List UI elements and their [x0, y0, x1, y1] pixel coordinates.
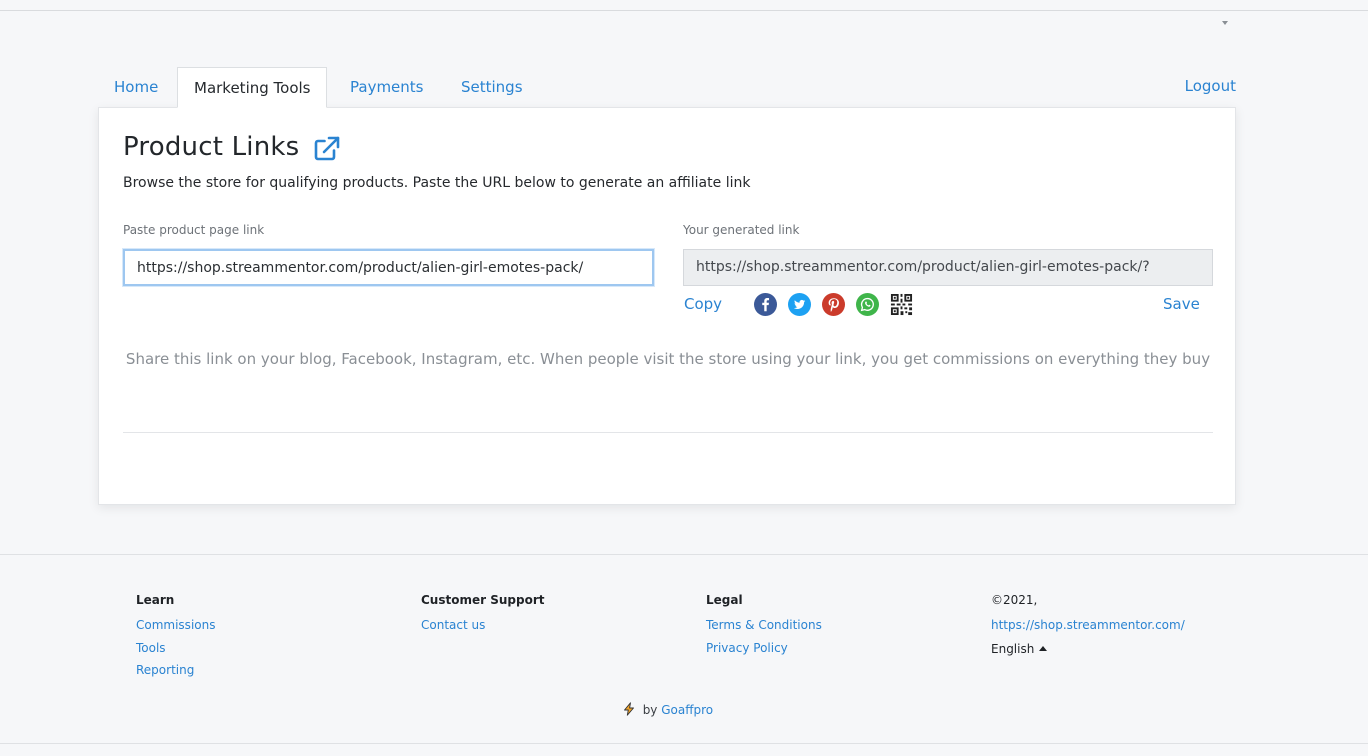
paste-link-label: Paste product page link	[123, 223, 265, 237]
tab-settings[interactable]: Settings	[461, 67, 523, 108]
footer-support: Customer Support Contact us	[421, 592, 544, 637]
footer-link-contact[interactable]: Contact us	[421, 614, 544, 637]
external-link-icon[interactable]	[313, 135, 341, 163]
save-button[interactable]: Save	[1163, 295, 1200, 313]
goaffpro-link[interactable]: Goaffpro	[661, 703, 713, 717]
twitter-icon[interactable]	[788, 293, 811, 316]
qr-code-icon[interactable]	[890, 293, 914, 317]
product-links-card: Product Links Browse the store for quali…	[98, 107, 1236, 505]
bolt-icon	[623, 702, 634, 716]
footer-heading-support: Customer Support	[421, 593, 545, 607]
whatsapp-icon[interactable]	[856, 293, 879, 316]
footer-learn: Learn Commissions Tools Reporting	[136, 592, 215, 682]
logout-link[interactable]: Logout	[1185, 66, 1236, 107]
tab-marketing-tools[interactable]: Marketing Tools	[177, 67, 328, 108]
footer-heading-legal: Legal	[706, 593, 743, 607]
caret-down-icon[interactable]	[1222, 21, 1228, 25]
footer-copyright: ©2021, https://shop.streammentor.com/ En…	[991, 592, 1185, 659]
language-label: English	[991, 641, 1035, 656]
share-description: Share this link on your blog, Facebook, …	[125, 350, 1211, 368]
footer-link-terms[interactable]: Terms & Conditions	[706, 614, 822, 637]
copy-button[interactable]: Copy	[684, 295, 722, 313]
card-divider	[123, 432, 1213, 433]
bottom-divider	[0, 743, 1368, 744]
facebook-icon[interactable]	[754, 293, 777, 316]
generated-link-label: Your generated link	[683, 223, 800, 237]
store-url-link[interactable]: https://shop.streammentor.com/	[991, 614, 1185, 637]
generated-link-field[interactable]: https://shop.streammentor.com/product/al…	[683, 249, 1213, 286]
tab-payments[interactable]: Payments	[350, 67, 423, 108]
footer-link-privacy[interactable]: Privacy Policy	[706, 637, 822, 660]
footer-heading-learn: Learn	[136, 593, 175, 607]
footer-link-reporting[interactable]: Reporting	[136, 659, 215, 682]
product-link-input[interactable]: https://shop.streammentor.com/product/al…	[123, 249, 654, 286]
footer-legal: Legal Terms & Conditions Privacy Policy	[706, 592, 822, 659]
footer-link-tools[interactable]: Tools	[136, 637, 215, 660]
page-subtitle: Browse the store for qualifying products…	[123, 175, 751, 191]
tab-home[interactable]: Home	[114, 67, 158, 108]
caret-up-icon	[1039, 646, 1048, 651]
language-selector[interactable]: English	[991, 639, 1048, 659]
page-title: Product Links	[123, 132, 300, 162]
copyright-text: ©2021,	[991, 593, 1038, 607]
powered-by: by Goaffpro	[0, 702, 1335, 717]
nav-tabs: Home Marketing Tools Payments Settings L…	[98, 67, 1236, 108]
pinterest-icon[interactable]	[822, 293, 845, 316]
footer-divider	[0, 554, 1368, 555]
top-divider	[0, 10, 1368, 11]
footer-link-commissions[interactable]: Commissions	[136, 614, 215, 637]
powered-by-text: by	[642, 703, 658, 717]
